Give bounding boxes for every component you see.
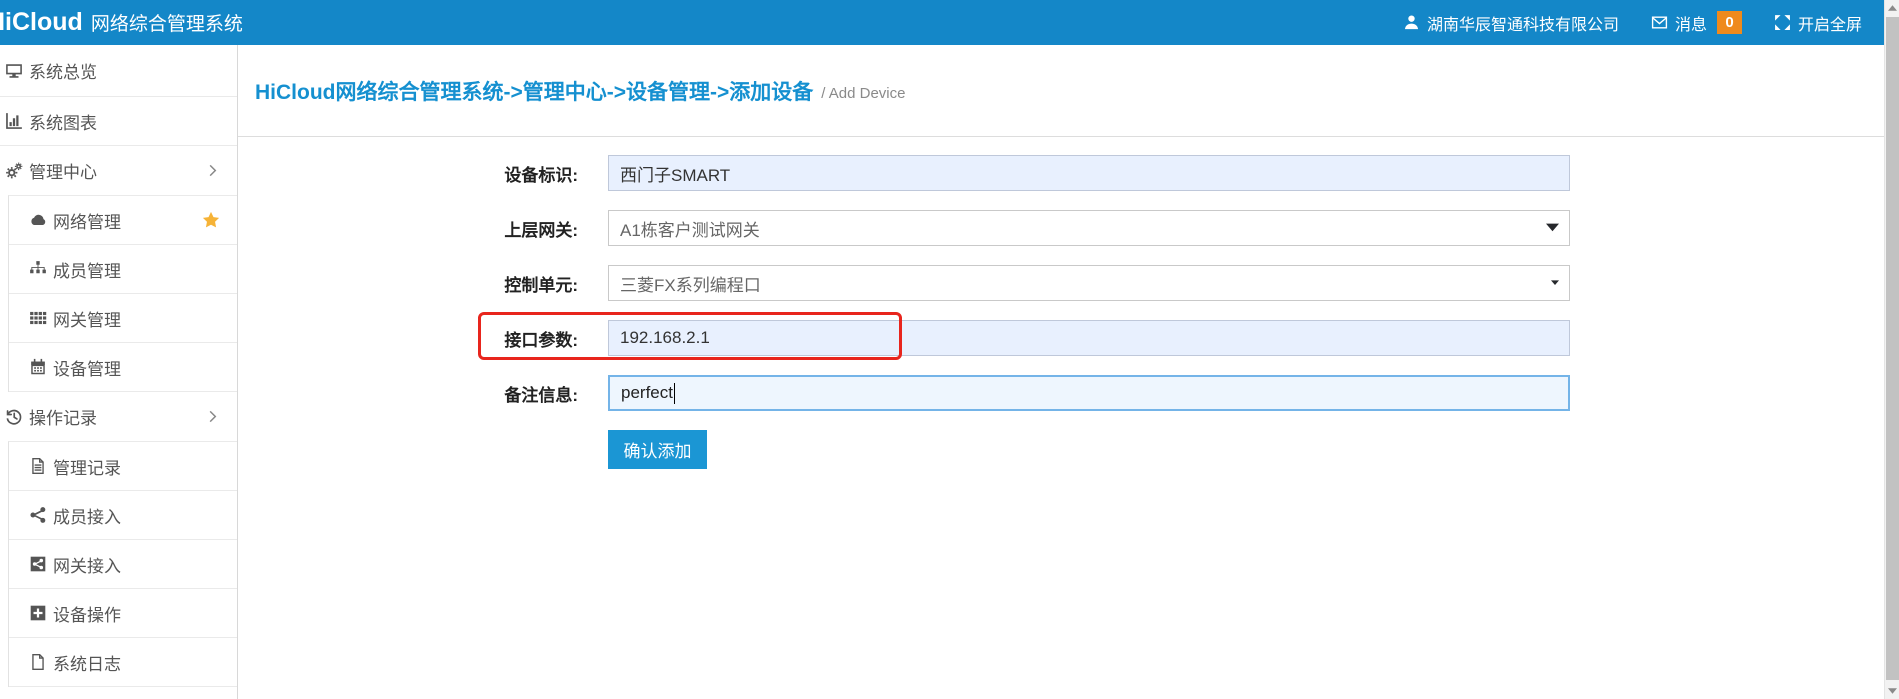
- desktop-icon: [5, 62, 23, 80]
- scroll-up-button[interactable]: [1885, 0, 1899, 16]
- breadcrumb-path: HiCloud网络综合管理系统->管理中心->设备管理->添加设备: [255, 76, 813, 106]
- main-content: HiCloud网络综合管理系统->管理中心->设备管理->添加设备 / Add …: [238, 45, 1884, 699]
- form-row-upper-gateway: 上层网关: A1栋客户测试网关: [238, 210, 1884, 246]
- sidebar-item-device-mgmt[interactable]: 设备管理: [9, 343, 237, 392]
- sidebar-item-label: 系统日志: [53, 650, 121, 675]
- form-row-device-id: 设备标识: 西门子SMART: [238, 155, 1884, 191]
- sidebar-item-operation-records[interactable]: 操作记录: [0, 392, 237, 441]
- caret-down-icon: [1546, 224, 1559, 233]
- add-device-form: 设备标识: 西门子SMART 上层网关: A1栋客户测试网关 控制单元:: [238, 137, 1884, 469]
- device-id-value: 西门子SMART: [620, 161, 730, 186]
- scrollbar-thumb[interactable]: [1886, 17, 1899, 680]
- sidebar-item-device-operation[interactable]: 设备操作: [9, 589, 237, 638]
- messages-menu[interactable]: 消息 0: [1651, 11, 1742, 35]
- bar-chart-icon: [5, 112, 23, 130]
- sidebar-item-member-access[interactable]: 成员接入: [9, 491, 237, 540]
- control-unit-label: 控制单元:: [238, 271, 578, 296]
- sidebar-item-label: 操作记录: [29, 404, 97, 429]
- caret-down-icon: [1551, 280, 1559, 286]
- star-icon: [202, 211, 220, 229]
- sitemap-icon: [29, 260, 47, 278]
- gears-icon: [5, 162, 23, 180]
- confirm-add-button[interactable]: 确认添加: [608, 430, 707, 469]
- sidebar-item-label: 系统图表: [29, 109, 97, 134]
- file-text-icon: [29, 457, 47, 475]
- remark-value: perfect: [621, 383, 673, 403]
- chevron-right-icon: [205, 409, 220, 424]
- brand-name: HiCloud: [0, 8, 83, 37]
- device-id-input[interactable]: 西门子SMART: [608, 155, 1570, 191]
- sidebar-item-system-log[interactable]: 系统日志: [9, 638, 237, 687]
- brand-suffix: 网络综合管理系统: [91, 9, 243, 36]
- sidebar-item-label: 网关接入: [53, 552, 121, 577]
- fullscreen-label: 开启全屏: [1798, 11, 1862, 35]
- topbar-right: 湖南华辰智通科技有限公司 消息 0 开启全屏: [1403, 11, 1862, 35]
- sidebar-item-label: 设备操作: [53, 601, 121, 626]
- sidebar-item-admin-center[interactable]: 管理中心: [0, 146, 237, 195]
- sidebar-subgroup-admin: 网络管理 成员管理 网关管理: [8, 195, 237, 392]
- app-brand: HiCloud 网络综合管理系统: [0, 8, 243, 37]
- sidebar-item-system-overview[interactable]: 系统总览: [0, 45, 237, 97]
- breadcrumb: HiCloud网络综合管理系统->管理中心->设备管理->添加设备 / Add …: [238, 45, 1884, 137]
- form-row-remark: 备注信息: perfect: [238, 375, 1884, 411]
- text-cursor: [674, 383, 675, 404]
- control-unit-value: 三菱FX系列编程口: [620, 271, 761, 296]
- interface-params-value: 192.168.2.1: [620, 328, 710, 348]
- remark-input[interactable]: perfect: [608, 375, 1570, 411]
- sidebar-item-label: 系统总览: [29, 58, 97, 83]
- messages-count-badge: 0: [1717, 11, 1742, 34]
- history-icon: [5, 408, 23, 426]
- sidebar-item-system-charts[interactable]: 系统图表: [0, 97, 237, 146]
- calendar-icon: [29, 358, 47, 376]
- share-icon: [29, 506, 47, 524]
- user-icon: [1403, 14, 1420, 31]
- remark-label: 备注信息:: [238, 381, 578, 406]
- fullscreen-icon: [1774, 14, 1791, 31]
- sidebar-item-label: 设备管理: [53, 355, 121, 380]
- vertical-scrollbar: [1884, 0, 1899, 699]
- sidebar-item-gateway-mgmt[interactable]: 网关管理: [9, 294, 237, 343]
- messages-label: 消息: [1675, 11, 1707, 35]
- sidebar: 系统总览 系统图表 管理中心 网络管理: [0, 45, 238, 699]
- interface-params-label: 接口参数:: [238, 326, 578, 351]
- company-menu[interactable]: 湖南华辰智通科技有限公司: [1403, 11, 1619, 35]
- device-id-label: 设备标识:: [238, 161, 578, 186]
- form-row-control-unit: 控制单元: 三菱FX系列编程口: [238, 265, 1884, 301]
- file-icon: [29, 653, 47, 671]
- upper-gateway-select[interactable]: A1栋客户测试网关: [608, 210, 1570, 246]
- sidebar-item-gateway-access[interactable]: 网关接入: [9, 540, 237, 589]
- sidebar-item-label: 管理记录: [53, 454, 121, 479]
- envelope-icon: [1651, 14, 1668, 31]
- sidebar-item-label: 管理中心: [29, 158, 97, 183]
- sidebar-item-label: 网络管理: [53, 208, 121, 233]
- breadcrumb-suffix: / Add Device: [821, 85, 905, 102]
- sidebar-item-network-mgmt[interactable]: 网络管理: [9, 196, 237, 245]
- form-row-interface-params: 接口参数: 192.168.2.1: [238, 320, 1884, 356]
- grid-icon: [29, 309, 47, 327]
- fullscreen-toggle[interactable]: 开启全屏: [1774, 11, 1862, 35]
- sidebar-item-member-mgmt[interactable]: 成员管理: [9, 245, 237, 294]
- upper-gateway-label: 上层网关:: [238, 216, 578, 241]
- chevron-right-icon: [205, 163, 220, 178]
- interface-params-input[interactable]: 192.168.2.1: [608, 320, 1570, 356]
- scroll-down-button[interactable]: [1885, 683, 1899, 699]
- upper-gateway-value: A1栋客户测试网关: [620, 216, 760, 241]
- cloud-icon: [29, 211, 47, 229]
- sidebar-item-admin-records[interactable]: 管理记录: [9, 442, 237, 491]
- plus-square-icon: [29, 604, 47, 622]
- sidebar-item-label: 成员接入: [53, 503, 121, 528]
- control-unit-select[interactable]: 三菱FX系列编程口: [608, 265, 1570, 301]
- share-square-icon: [29, 555, 47, 573]
- sidebar-item-label: 网关管理: [53, 306, 121, 331]
- sidebar-subgroup-records: 管理记录 成员接入 网关接入: [8, 441, 237, 687]
- company-name: 湖南华辰智通科技有限公司: [1427, 11, 1619, 35]
- sidebar-item-label: 成员管理: [53, 257, 121, 282]
- topbar: HiCloud 网络综合管理系统 湖南华辰智通科技有限公司 消息 0 开启全屏: [0, 0, 1884, 45]
